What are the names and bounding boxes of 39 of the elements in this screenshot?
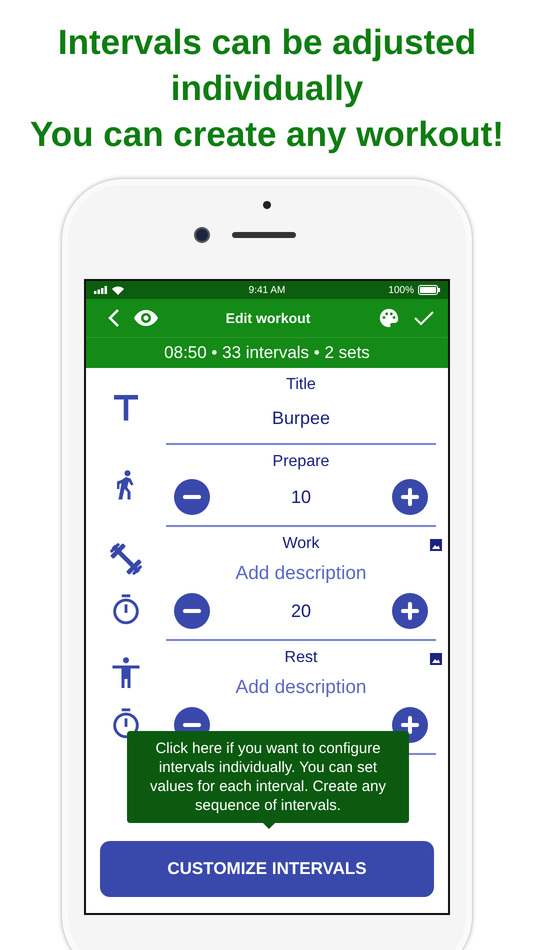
image-icon[interactable] [430, 539, 442, 551]
increase-button[interactable] [392, 593, 428, 629]
seconds-value: 20 [290, 600, 312, 622]
checkmark-icon[interactable] [414, 310, 434, 326]
seconds-value: 10 [290, 486, 312, 508]
section-label: Rest [284, 649, 318, 668]
headline: You can create any workout! [29, 114, 505, 156]
front-camera [194, 227, 210, 243]
minus-icon [183, 723, 201, 727]
headline: Intervals can be adjusted individually [56, 22, 478, 110]
plus-icon [401, 602, 419, 620]
increase-button[interactable] [392, 479, 428, 515]
signal-icon [94, 286, 108, 294]
screen-title: Edit workout [224, 310, 312, 326]
minus-icon [183, 609, 201, 613]
minus-icon [183, 495, 201, 499]
section-label: Title [286, 376, 316, 395]
tooltip-pointer [263, 823, 275, 829]
decrease-button[interactable] [174, 593, 210, 629]
customize-intervals-button[interactable]: CUSTOMIZE INTERVALS [100, 841, 434, 897]
description-field[interactable]: Add description [236, 563, 366, 585]
description-field[interactable]: Add description [236, 677, 366, 699]
plus-icon [401, 488, 419, 506]
title-field[interactable]: Burpee [272, 408, 330, 429]
dumbbell-icon [108, 541, 144, 577]
sensor-dot [263, 201, 271, 209]
section-label: Work [282, 535, 320, 554]
section-label: Prepare [272, 453, 330, 472]
battery-percent: 100% [388, 284, 414, 296]
clock: 9:41 AM [248, 284, 286, 296]
image-icon[interactable] [430, 653, 442, 665]
workout-summary: 08:50 • 33 intervals • 2 sets [86, 337, 448, 368]
eye-icon[interactable] [134, 310, 158, 326]
speaker-grille [232, 232, 296, 238]
palette-icon[interactable] [378, 307, 400, 329]
decrease-button[interactable] [174, 479, 210, 515]
wifi-icon [112, 286, 124, 294]
back-icon[interactable] [108, 308, 120, 328]
battery-icon [418, 285, 440, 295]
